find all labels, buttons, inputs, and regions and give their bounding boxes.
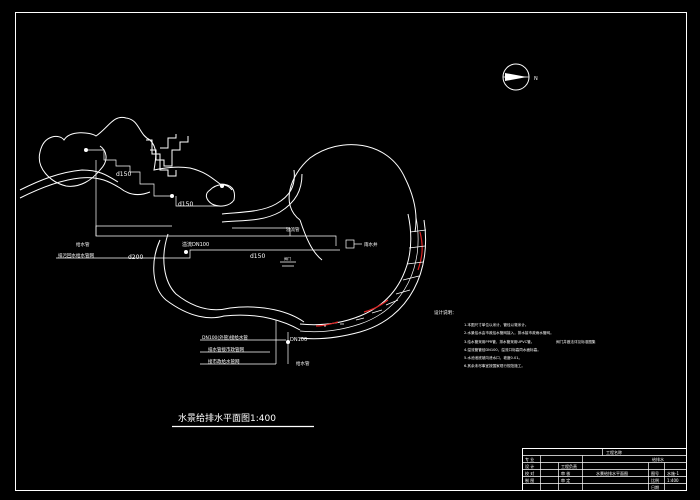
pond-outline	[38, 116, 235, 207]
notes-side-note: 阀门井做法详见标准图集	[556, 339, 596, 344]
label-drain-box: 雨水井	[364, 241, 378, 248]
label-small-mark: 阀门	[284, 256, 292, 261]
label-overflow-right: 溢流管	[286, 226, 300, 233]
notes-heading: 设计说明：	[434, 309, 457, 316]
label-dn100-upper: 溢流DN100	[182, 241, 209, 248]
note-item: 3.给水管采用PPR管，排水管采用UPVC管。	[464, 339, 534, 344]
note-item: 2.水景给水由市政给水管网接入，排水接市政雨水管网。	[464, 330, 554, 335]
tb-reviewer-label: 审 核	[561, 470, 570, 476]
valve-callout-3: 接市政给水管网	[208, 358, 240, 365]
drawing-title: 水景给排水平面图1:400	[178, 412, 276, 424]
note-item: 6.其余未尽事宜按国家现行规范施工。	[464, 363, 525, 368]
tb-designer-label: 设 计	[525, 463, 534, 469]
label-d150-mid: d150	[178, 201, 193, 208]
tb-sheet-no-label: 图号	[651, 470, 659, 476]
north-label: N	[534, 76, 538, 82]
valve-callout-right: 给水管	[296, 360, 310, 367]
label-d150-right: d150	[250, 253, 265, 260]
label-dn100-lower: DN100	[290, 337, 307, 343]
cad-drawing-canvas: N d150 d150 d150 d200 溢流DN100 DN100 给水管 …	[15, 12, 687, 491]
cascade-band	[299, 213, 427, 340]
label-d200: d200	[128, 254, 143, 261]
tb-sheet-title: 水景给排水平面图	[596, 470, 628, 476]
tb-discipline-value: 给排水	[652, 456, 664, 462]
note-item: 1.本图尺寸单位以米计，管径以毫米计。	[464, 322, 529, 327]
label-d150-upper: d150	[116, 171, 131, 178]
note-item: 5.水池池底坡向泄水口，坡度0.01。	[464, 355, 522, 360]
design-notes: 设计说明： 1.本图尺寸单位以米计，管径以毫米计。 2.水景给水由市政给水管网接…	[434, 309, 596, 368]
tb-lead-label: 工程负责	[561, 463, 577, 469]
tb-discipline-label: 专 业	[525, 456, 534, 462]
label-inlet-left: 给水管	[76, 241, 90, 248]
tb-project-name: 工程名称	[606, 449, 622, 455]
sheet-frame	[15, 12, 687, 491]
label-inlet-left-sub: 排污回水给水管网	[58, 252, 94, 259]
tb-scale-label: 比例	[651, 477, 659, 483]
title-block: 工程名称 专 业 给排水 设 计 工程负责 水景给排水平面图 校 对 审 核 图…	[522, 448, 687, 491]
tb-sheet-no-value: 水施-1	[667, 470, 679, 476]
tb-approver-label: 审 定	[561, 477, 570, 483]
tb-drafter-label: 制 图	[525, 477, 534, 483]
valve-callout-2: 排水管接市政管网	[208, 346, 244, 353]
stream-steps	[146, 134, 189, 177]
circular-pool	[288, 144, 417, 261]
valve-callout-1: DN100(外管)接给水管	[202, 334, 248, 341]
tb-checker-label: 校 对	[525, 470, 534, 476]
tb-scale-value: 1:400	[667, 478, 679, 483]
note-item: 4.溢流管管径DN100，溢流口标高同水面标高。	[464, 347, 541, 352]
north-arrow-icon: N	[502, 63, 538, 91]
tb-date-label: 日期	[651, 484, 659, 490]
